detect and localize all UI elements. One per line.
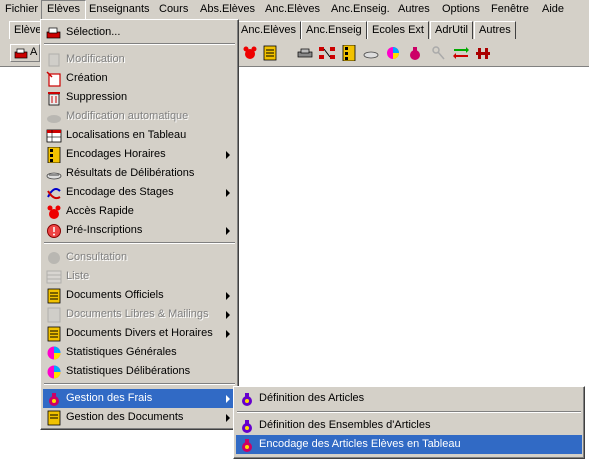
pie-chart-icon xyxy=(47,365,61,379)
documents-divers-icon xyxy=(47,326,61,342)
submenu-arrow-icon xyxy=(226,395,230,403)
money-bag-icon xyxy=(242,420,252,433)
toolbar-first-button-label: A xyxy=(30,46,38,58)
menu-separator xyxy=(44,383,235,385)
menu-item-creation[interactable]: Création xyxy=(43,69,236,88)
quick-access-icon[interactable] xyxy=(241,45,259,61)
menu-item-encodage-stages[interactable]: Encodage des Stages xyxy=(43,183,236,202)
eleves-menu: Sélection... Modification Création Suppr… xyxy=(40,19,239,430)
auto-modification-icon xyxy=(47,115,61,123)
schedule-icon xyxy=(47,147,61,163)
submenu-item-definition-articles[interactable]: Définition des Articles xyxy=(236,389,582,408)
submenu-arrow-icon xyxy=(226,414,230,422)
menu-item-acces-rapide[interactable]: Accès Rapide xyxy=(43,202,236,221)
menu-item-resultats[interactable]: Résultats de Délibérations xyxy=(43,164,236,183)
mailing-icon xyxy=(47,307,61,323)
submenu-arrow-icon xyxy=(226,311,230,319)
menu-item-liste[interactable]: Liste xyxy=(43,267,236,286)
results-icon xyxy=(46,172,62,180)
submenu-arrow-icon xyxy=(226,227,230,235)
menu-anc-eleves[interactable]: Anc.Elèves xyxy=(260,0,325,19)
menu-enseignants[interactable]: Enseignants xyxy=(84,0,155,19)
menu-aide[interactable]: Aide xyxy=(537,0,569,19)
menu-autres[interactable]: Autres xyxy=(393,0,435,19)
menu-item-localisations[interactable]: Localisations en Tableau xyxy=(43,126,236,145)
creation-icon xyxy=(46,71,61,87)
tab-adrutil[interactable]: AdrUtil xyxy=(430,21,474,39)
menu-item-documents-officiels[interactable]: Documents Officiels xyxy=(43,286,236,305)
transfer-arrows-icon[interactable] xyxy=(452,45,470,61)
quick-access-icon xyxy=(47,205,61,219)
stages-icon xyxy=(47,188,61,200)
money-bag-icon[interactable] xyxy=(406,45,424,61)
menu-separator xyxy=(44,43,235,45)
tab-anc-enseig[interactable]: Anc.Enseig xyxy=(301,21,367,39)
submenu-arrow-icon xyxy=(226,292,230,300)
menu-cours[interactable]: Cours xyxy=(154,0,193,19)
pie-chart-icon[interactable] xyxy=(384,45,402,61)
submenu-item-encodage-articles[interactable]: Encodage des Articles Elèves en Tableau xyxy=(236,435,582,454)
menu-fenetre[interactable]: Fenêtre xyxy=(486,0,534,19)
menu-item-consultation[interactable]: Consultation xyxy=(43,248,236,267)
menu-item-suppression[interactable]: Suppression xyxy=(43,88,236,107)
menu-item-selection[interactable]: Sélection... xyxy=(43,23,236,42)
menu-item-pre-inscriptions[interactable]: Pré-Inscriptions xyxy=(43,221,236,240)
tab-autres[interactable]: Autres xyxy=(474,21,516,39)
submenu-arrow-icon xyxy=(226,151,230,159)
menu-item-documents-divers[interactable]: Documents Divers et Horaires xyxy=(43,324,236,343)
menu-item-documents-libres[interactable]: Documents Libres & Mailings xyxy=(43,305,236,324)
car-icon xyxy=(14,48,28,59)
menu-bar: Fichier Elèves Enseignants Cours Abs.Elè… xyxy=(0,0,589,19)
money-bag-icon xyxy=(242,439,252,452)
menu-item-encodages-horaires[interactable]: Encodages Horaires xyxy=(43,145,236,164)
submenu-arrow-icon xyxy=(226,330,230,338)
menu-item-statistiques-deliberations[interactable]: Statistiques Délibérations xyxy=(43,362,236,381)
document-icon[interactable] xyxy=(261,45,279,61)
menu-item-modification[interactable]: Modification xyxy=(43,50,236,69)
schedule-icon[interactable] xyxy=(340,45,358,61)
menu-item-gestion-documents[interactable]: Gestion des Documents xyxy=(43,408,236,427)
money-bag-icon xyxy=(242,393,252,406)
menu-separator xyxy=(237,411,581,413)
tools-icon[interactable] xyxy=(474,45,492,61)
menu-abs-eleves[interactable]: Abs.Elèves xyxy=(195,0,260,19)
list-icon xyxy=(46,270,62,284)
document-management-icon xyxy=(47,410,61,426)
submenu-item-definition-ensembles[interactable]: Définition des Ensembles d'Articles xyxy=(236,416,582,435)
menu-fichier[interactable]: Fichier xyxy=(0,0,43,19)
money-bag-icon xyxy=(49,393,59,406)
key-icon[interactable] xyxy=(430,45,448,61)
selection-icon xyxy=(46,27,61,39)
structure-icon[interactable] xyxy=(318,45,336,61)
suppression-icon xyxy=(48,92,60,106)
menu-separator xyxy=(44,242,235,244)
pie-chart-icon xyxy=(47,346,61,360)
menu-item-gestion-frais[interactable]: Gestion des Frais xyxy=(43,389,236,408)
menu-options[interactable]: Options xyxy=(437,0,485,19)
menu-item-modification-automatique[interactable]: Modification automatique xyxy=(43,107,236,126)
menu-item-statistiques-generales[interactable]: Statistiques Générales xyxy=(43,343,236,362)
documents-icon xyxy=(47,288,61,304)
table-icon xyxy=(46,129,62,143)
tab-ecoles-ext[interactable]: Ecoles Ext xyxy=(367,21,429,39)
modification-icon xyxy=(48,53,60,67)
car-icon[interactable] xyxy=(296,45,314,61)
tab-anc-eleves[interactable]: Anc.Elèves xyxy=(236,21,302,39)
menu-anc-enseig[interactable]: Anc.Enseig. xyxy=(326,0,395,19)
gestion-frais-submenu: Définition des Articles Définition des E… xyxy=(233,386,585,459)
toolbar-first-button[interactable]: A xyxy=(10,44,40,62)
results-icon[interactable] xyxy=(362,45,380,61)
menu-eleves[interactable]: Elèves xyxy=(41,0,87,19)
pre-registration-icon xyxy=(47,224,61,238)
consultation-icon xyxy=(48,252,60,264)
submenu-arrow-icon xyxy=(226,189,230,197)
